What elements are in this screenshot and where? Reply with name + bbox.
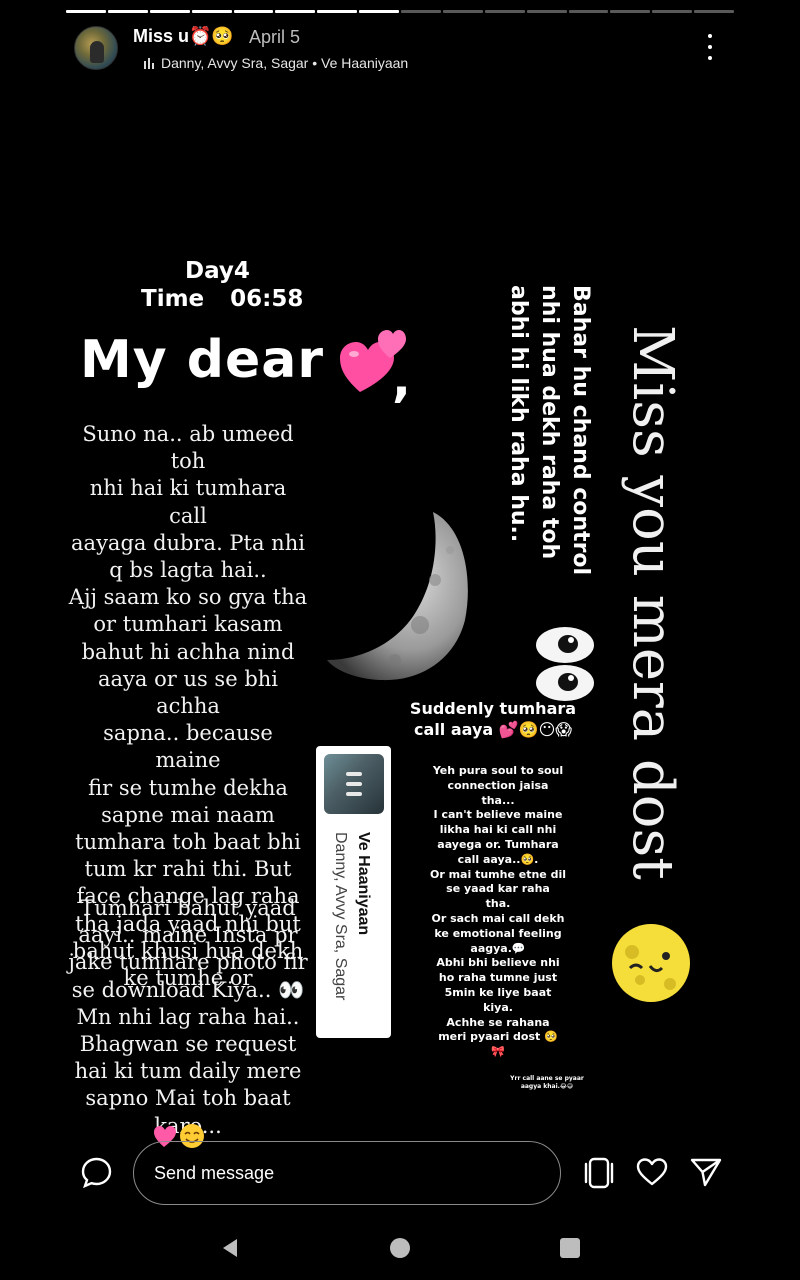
more-options-icon[interactable] — [702, 34, 718, 60]
album-art — [324, 754, 384, 814]
post-date: April 5 — [249, 27, 301, 47]
chat-bubble-icon[interactable] — [81, 1157, 112, 1188]
comma: , — [392, 350, 411, 408]
send-message-placeholder: Send message — [154, 1163, 275, 1183]
progress-segment — [526, 10, 567, 13]
sticker-icon[interactable] — [582, 1156, 616, 1190]
progress-segment — [149, 10, 190, 13]
music-card-artist: Danny, Avvy Sra, Sagar — [332, 832, 349, 1001]
recents-icon[interactable] — [560, 1238, 580, 1258]
tiny-caption: Yrr call aane se pyaar aagya khai.😂😅 — [510, 1075, 584, 1090]
music-bars-icon — [144, 57, 154, 69]
progress-segment — [317, 10, 358, 13]
day-label: Day4 — [185, 258, 250, 284]
progress-segment — [694, 10, 734, 13]
home-icon[interactable] — [390, 1238, 410, 1258]
bahar-vertical-text: Bahar hu chand control nhi hua dekh raha… — [506, 285, 593, 576]
story-progress-bar — [66, 10, 734, 13]
progress-segment — [401, 10, 441, 13]
soul-connection-text: Yeh pura soul to soul connection jaisa t… — [429, 764, 567, 1059]
story-paragraph-2: Tumhari bahut yaad aayi.. maine Insta pr… — [68, 896, 308, 1138]
send-icon[interactable] — [690, 1157, 722, 1187]
progress-segment — [442, 10, 483, 13]
avatar[interactable] — [74, 26, 118, 70]
music-card-title: Ve Haaniyaan — [355, 832, 372, 936]
send-message-input[interactable]: Send message — [133, 1141, 561, 1205]
greeting-heading: My dear — [80, 330, 324, 390]
miss-you-vertical-text: Miss you mera dost — [620, 325, 685, 880]
progress-segment — [610, 10, 651, 13]
half-moon-image — [327, 512, 468, 681]
progress-segment — [66, 10, 106, 13]
music-attribution[interactable]: Danny, Avvy Sra, Sagar • Ve Haaniyaan — [144, 55, 408, 71]
progress-segment — [191, 10, 232, 13]
music-attribution-text: Danny, Avvy Sra, Sagar • Ve Haaniyaan — [161, 55, 409, 71]
progress-segment — [652, 10, 693, 13]
back-icon[interactable] — [219, 1237, 241, 1259]
progress-segment — [107, 10, 148, 13]
time-label: Time 06:58 — [141, 286, 304, 312]
suddenly-caption: Suddenly tumhara call aaya 💕🥺😶😱 — [409, 699, 577, 739]
username[interactable]: Miss u⏰🥺 — [133, 26, 234, 47]
progress-segment — [568, 10, 609, 13]
story-header: Miss u⏰🥺 April 5 Danny, Avvy Sra, Sagar … — [74, 24, 734, 74]
progress-segment — [275, 10, 316, 13]
heart-icon[interactable] — [636, 1157, 668, 1187]
progress-segment — [484, 10, 525, 13]
progress-segment — [359, 10, 399, 13]
eyes-emoji-icon — [536, 627, 594, 701]
moon-face-emoji-icon — [612, 924, 690, 1002]
progress-segment — [233, 10, 274, 13]
